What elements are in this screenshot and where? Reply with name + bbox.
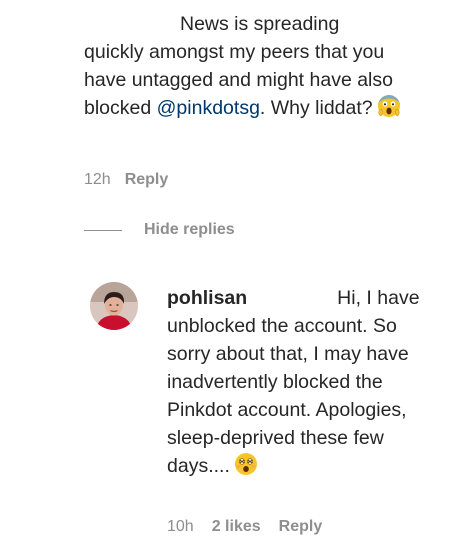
reply-likes-button[interactable]: 2 likes	[212, 518, 261, 536]
hide-replies-button[interactable]: Hide replies	[84, 221, 235, 239]
reply-text: have unblocked the account. So sorry abo…	[167, 287, 420, 477]
reply-meta: 10h 2 likes Reply	[167, 518, 322, 536]
astonished-face-icon	[234, 452, 258, 484]
hide-replies-label: Hide replies	[144, 221, 235, 238]
reply-text-first: Hi, I	[337, 287, 372, 309]
comment-body: News is spreading quickly amongst my peer…	[84, 10, 424, 126]
comment-meta: 12h Reply	[84, 171, 168, 189]
reply-username[interactable]: pohlisan	[167, 287, 247, 309]
comment-text-end: . Why liddat?	[259, 97, 373, 119]
reply-reply-button[interactable]: Reply	[279, 518, 323, 536]
divider-line	[84, 229, 122, 231]
comment-text-line1: News is spreading	[180, 13, 340, 35]
user-avatar[interactable]	[90, 282, 138, 330]
reply-timestamp: 10h	[167, 518, 194, 535]
mention-link[interactable]: @pinkdotsg	[157, 97, 260, 119]
face-screaming-in-fear-icon	[377, 94, 401, 126]
comment-reply-button[interactable]: Reply	[125, 171, 169, 189]
reply-body: pohlisan Hi, I have unblocked the account…	[167, 284, 429, 484]
comment-timestamp: 12h	[84, 171, 111, 188]
